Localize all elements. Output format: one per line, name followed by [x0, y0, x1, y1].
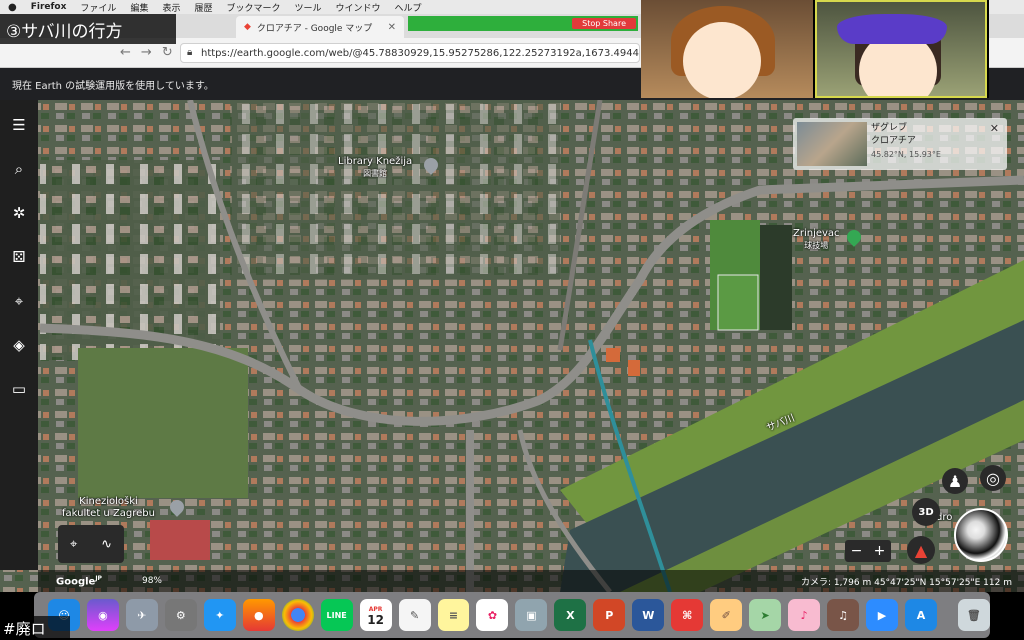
- character-left: [641, 0, 813, 98]
- 3d-toggle-button[interactable]: 3D: [912, 498, 940, 526]
- menu-file[interactable]: ファイル: [80, 1, 116, 14]
- menu-view[interactable]: 表示: [162, 1, 180, 14]
- calendar-icon[interactable]: APR 12: [359, 599, 392, 631]
- maps-icon[interactable]: ➤: [749, 599, 782, 631]
- garageband-icon[interactable]: ♫: [827, 599, 860, 631]
- place-thumbnail: [797, 122, 867, 166]
- my-location-icon[interactable]: ◎: [980, 465, 1006, 491]
- google-logo: GoogleJP: [56, 574, 102, 588]
- zoom-in-button[interactable]: +: [874, 543, 886, 559]
- status-bar: GoogleJP 98% カメラ: 1,796 m 45°47'25"N 15°…: [38, 570, 1024, 592]
- close-icon[interactable]: ✕: [990, 122, 999, 135]
- safari-icon[interactable]: ✦: [203, 599, 236, 631]
- path-icon[interactable]: ∿: [101, 537, 112, 552]
- loading-percent: 98%: [141, 576, 162, 586]
- mac-dock: ☺ ◉ ✈ ⚙ ✦ ● LINE APR 12 ✎ ≡ ✿ ▣ X P W ⌘ ✐…: [34, 592, 990, 638]
- search-icon[interactable]: ⌕: [8, 158, 30, 180]
- earth-sidebar: ☰ ⌕ ✲ ⚄ ⌖ ◈ ▭: [0, 100, 38, 570]
- zoom-controls: − +: [845, 540, 891, 562]
- placemark-icon[interactable]: ⌖: [70, 537, 77, 552]
- menu-icon[interactable]: ☰: [8, 114, 30, 136]
- place-name: ザグレブ: [871, 123, 908, 133]
- place-country: クロアチア: [871, 136, 916, 146]
- menu-window[interactable]: ウインドウ: [336, 1, 381, 14]
- excel-icon[interactable]: X: [554, 599, 587, 631]
- pages-icon[interactable]: ✐: [710, 599, 743, 631]
- powerpoint-icon[interactable]: P: [593, 599, 626, 631]
- stop-share-button[interactable]: Stop Share: [572, 18, 636, 29]
- menu-bookmarks[interactable]: ブックマーク: [226, 1, 280, 14]
- launchpad-icon[interactable]: ✈: [125, 599, 158, 631]
- trash-icon[interactable]: 🗑︎: [957, 599, 990, 631]
- tab-title: クロアチア - Google マップ: [256, 23, 373, 34]
- feeling-lucky-icon[interactable]: ⚄: [8, 246, 30, 268]
- zoom-out-button[interactable]: −: [851, 543, 863, 559]
- photos-icon[interactable]: ✿: [476, 599, 509, 631]
- character-hat: [837, 14, 947, 44]
- label-zrinjevac[interactable]: Zrinjevac 球技場: [793, 228, 840, 252]
- place-coords: 45.82°N, 15.93°E: [871, 150, 941, 159]
- menu-tools[interactable]: ツール: [295, 1, 322, 14]
- url-input[interactable]: 🔒︎ https://earth.google.com/web/@45.7883…: [180, 43, 640, 63]
- compass-icon[interactable]: ▲: [907, 536, 935, 564]
- label-kinezio[interactable]: Kineziološki fakultet u Zagrebu: [62, 496, 155, 520]
- label-library[interactable]: Library Knežija 図書館: [338, 156, 412, 180]
- siri-icon[interactable]: ◉: [86, 599, 119, 631]
- camera-readout: カメラ: 1,796 m 45°47'25"N 15°57'25"E 112 m: [800, 577, 1012, 588]
- place-info-card[interactable]: ザグレブ クロアチア 45.82°N, 15.93°E ✕: [793, 118, 1007, 170]
- voyager-icon[interactable]: ✲: [8, 202, 30, 224]
- app-store-icon[interactable]: A: [904, 599, 937, 631]
- back-icon[interactable]: ←: [120, 45, 131, 60]
- acrobat-icon[interactable]: ⌘: [671, 599, 704, 631]
- screen: ● Firefox ファイル 編集 表示 履歴 ブックマーク ツール ウインドウ…: [0, 0, 1024, 640]
- lock-icon[interactable]: 🔒︎: [187, 47, 192, 58]
- word-icon[interactable]: W: [632, 599, 665, 631]
- globe-view-button[interactable]: [954, 508, 1008, 562]
- preview-icon[interactable]: ▣: [515, 599, 548, 631]
- character-face: [683, 22, 761, 98]
- notes-icon[interactable]: ≡: [437, 599, 470, 631]
- menu-edit[interactable]: 編集: [130, 1, 148, 14]
- menu-history[interactable]: 履歴: [194, 1, 212, 14]
- close-icon[interactable]: ✕: [388, 22, 396, 33]
- satellite-map[interactable]: Library Knežija 図書館 Zrinjevac 球技場 サバ川 Ki…: [0, 100, 1024, 592]
- video-hashtag: #廃ロ: [0, 616, 70, 640]
- textedit-icon[interactable]: ✎: [398, 599, 431, 631]
- system-prefs-icon[interactable]: ⚙: [164, 599, 197, 631]
- firefox-icon[interactable]: ●: [242, 599, 275, 631]
- line-icon[interactable]: LINE: [320, 599, 353, 631]
- reload-icon[interactable]: ↻: [162, 45, 173, 60]
- projects-icon[interactable]: ⌖: [8, 290, 30, 312]
- apple-icon[interactable]: ●: [8, 2, 17, 13]
- map-tools: ⌖ ∿: [58, 525, 124, 563]
- menu-app-name[interactable]: Firefox: [31, 2, 67, 12]
- pegman-icon[interactable]: ♟: [942, 468, 968, 494]
- share-bar: Stop Share: [408, 16, 638, 31]
- chrome-icon[interactable]: [281, 599, 314, 631]
- zoom-app-icon[interactable]: ▶: [866, 599, 898, 631]
- music-icon[interactable]: ♪: [788, 599, 821, 631]
- menu-help[interactable]: ヘルプ: [395, 1, 422, 14]
- character-panels: [641, 0, 989, 98]
- place-info: ザグレブ クロアチア 45.82°N, 15.93°E: [871, 118, 941, 170]
- character-right: [815, 0, 987, 98]
- maps-favicon-icon: ◆: [244, 22, 251, 32]
- video-title: ③サバ川の行方: [0, 14, 176, 44]
- measure-icon[interactable]: ▭: [8, 378, 30, 400]
- url-text: https://earth.google.com/web/@45.7883092…: [201, 47, 640, 59]
- forward-icon[interactable]: →: [141, 45, 152, 60]
- tab-google-maps[interactable]: ◆ クロアチア - Google マップ ✕: [236, 16, 404, 38]
- map-style-icon[interactable]: ◈: [8, 334, 30, 356]
